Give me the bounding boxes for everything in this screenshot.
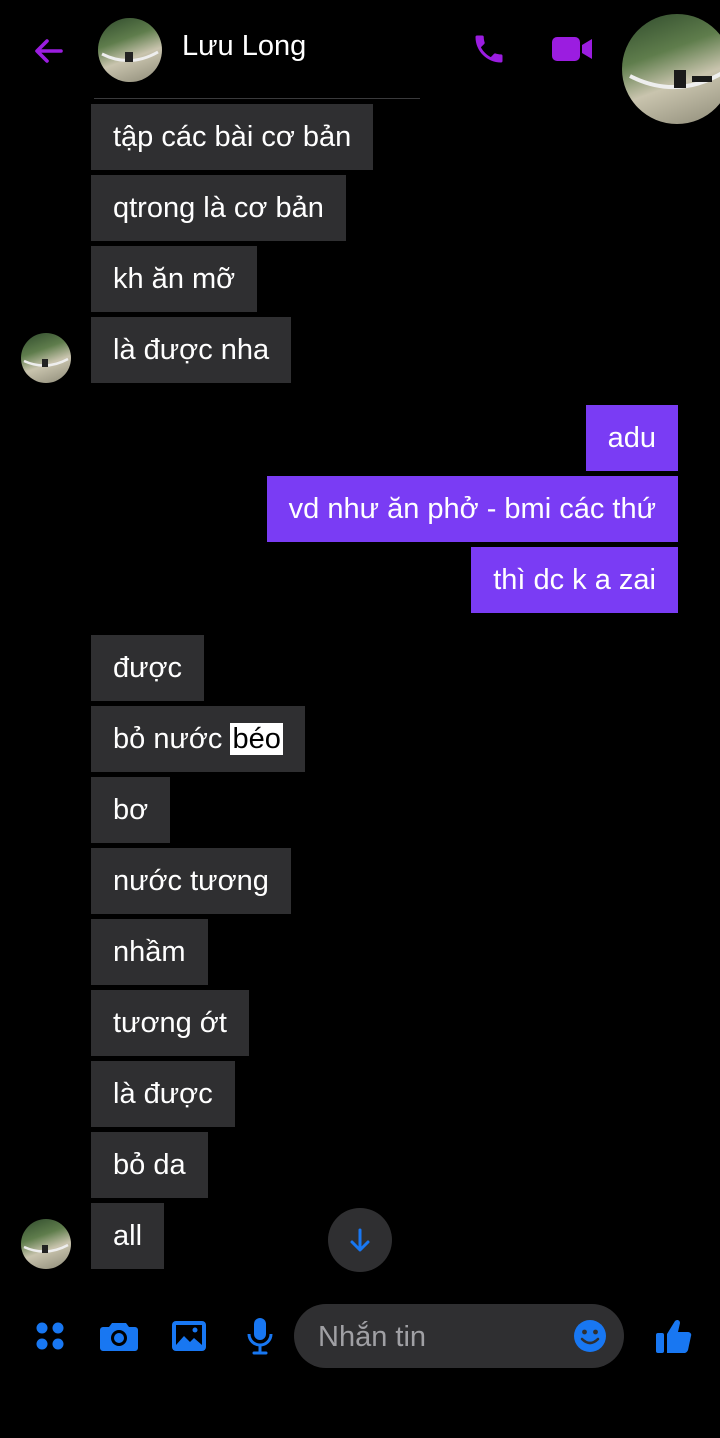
message-bubble-incoming[interactable]: được [91,635,205,701]
message-bubble-incoming[interactable]: bỏ da [91,1132,208,1198]
message-bubble-incoming[interactable]: all [91,1203,165,1269]
video-call-button[interactable] [548,26,596,72]
contact-avatar[interactable] [98,18,162,82]
thumbs-up-icon [656,1319,692,1353]
contact-name[interactable]: Lưu Long [182,30,306,63]
like-button[interactable] [650,1312,698,1360]
grid-menu-icon [36,1322,64,1350]
message-bubble-incoming[interactable]: nhầm [91,919,208,985]
message-bubble-incoming[interactable]: qtrong là cơ bản [91,175,346,241]
emoji-icon [574,1320,606,1352]
video-camera-icon [552,37,592,61]
scroll-to-bottom-button[interactable] [328,1208,392,1272]
message-text: bỏ nước [113,723,231,755]
message-bubble-incoming[interactable]: tương ớt [91,990,249,1056]
message-bubble-incoming[interactable]: tập các bài cơ bản [91,104,374,170]
back-button[interactable] [26,28,72,74]
message-bubble-incoming[interactable]: là được [91,1061,235,1127]
arrow-down-icon [350,1228,370,1252]
message-bubble-outgoing[interactable]: thì dc k a zai [471,547,678,613]
message-bubble-incoming[interactable]: kh ăn mỡ [91,246,258,312]
sender-avatar[interactable] [21,1219,71,1269]
message-bubble-incoming[interactable]: bỏ nước béo [91,706,305,772]
camera-button[interactable] [96,1314,142,1358]
arrow-left-icon [35,39,63,63]
message-bubble-outgoing[interactable]: adu [585,405,678,471]
voice-message-button[interactable] [238,1312,282,1360]
selected-text-highlight: béo [230,723,283,755]
floating-chat-head-avatar[interactable] [622,14,720,124]
message-bubble-incoming[interactable]: là được nha [91,317,292,383]
phone-icon [475,35,503,63]
message-bubble-outgoing[interactable]: vd như ăn phở - bmi các thứ [266,476,678,542]
gallery-button[interactable] [166,1314,212,1358]
header-divider [94,98,420,99]
message-input[interactable] [316,1304,560,1370]
image-icon [172,1321,206,1351]
call-button[interactable] [466,26,512,72]
message-composer[interactable] [294,1304,624,1370]
camera-icon [100,1323,138,1351]
emoji-button[interactable] [572,1318,608,1354]
more-actions-button[interactable] [28,1314,72,1358]
sender-avatar[interactable] [21,333,71,383]
message-bubble-incoming[interactable]: nước tương [91,848,291,914]
microphone-icon [247,1318,273,1355]
message-bubble-incoming[interactable]: bơ [91,777,171,843]
